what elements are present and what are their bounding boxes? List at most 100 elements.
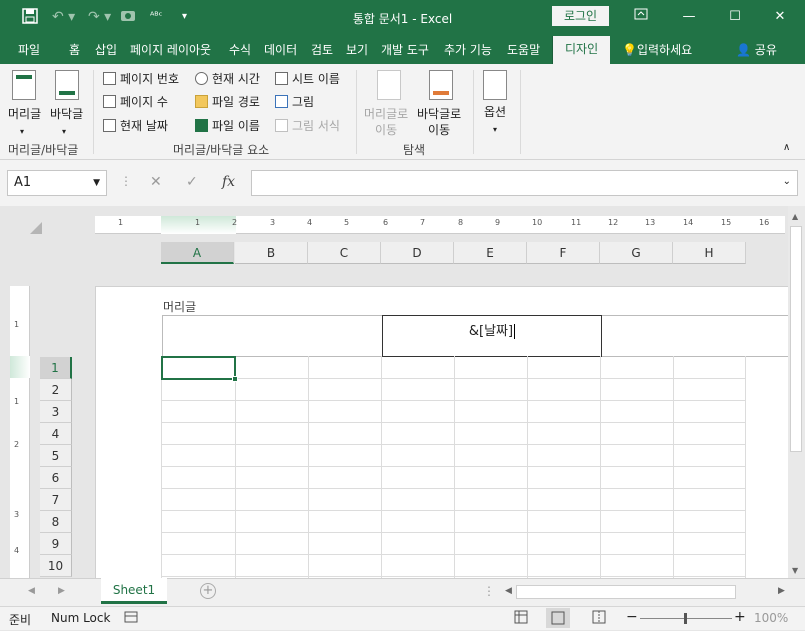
file-name-button[interactable]: 파일 이름 bbox=[195, 118, 260, 134]
tab-addins[interactable]: 추가 기능 bbox=[444, 42, 492, 58]
row-header-5[interactable]: 5 bbox=[40, 445, 72, 467]
tab-formulas[interactable]: 수식 bbox=[229, 42, 251, 58]
group-label-header-footer: 머리글/바닥글 bbox=[8, 143, 79, 157]
page-count-icon bbox=[103, 95, 116, 108]
tab-view[interactable]: 보기 bbox=[346, 42, 368, 58]
row-header-3[interactable]: 3 bbox=[40, 401, 72, 423]
header-button[interactable]: 머리글 ▾ bbox=[8, 106, 41, 140]
add-sheet-icon[interactable]: + bbox=[200, 583, 216, 599]
grid-line bbox=[600, 356, 601, 578]
zoom-slider-thumb[interactable] bbox=[684, 613, 687, 624]
maximize-icon[interactable]: ☐ bbox=[723, 7, 747, 27]
horizontal-scroll-thumb[interactable] bbox=[516, 585, 736, 599]
scroll-down-icon[interactable]: ▼ bbox=[792, 566, 798, 575]
formula-input[interactable]: ⌄ bbox=[251, 170, 798, 196]
column-header-a[interactable]: A bbox=[161, 242, 234, 264]
login-button[interactable]: 로그인 bbox=[552, 6, 609, 26]
tab-file[interactable]: 파일 bbox=[18, 42, 40, 58]
close-icon[interactable]: ✕ bbox=[768, 7, 792, 27]
sheet-name-button[interactable]: 시트 이름 bbox=[275, 71, 340, 87]
split-dots-icon[interactable]: ⋮ bbox=[483, 584, 495, 598]
clock-icon bbox=[195, 72, 208, 85]
zoom-level[interactable]: 100% bbox=[754, 611, 788, 625]
goto-footer-button[interactable]: 바닥글로 이동 bbox=[417, 106, 461, 138]
name-box[interactable]: A1 ▼ bbox=[7, 170, 107, 196]
current-date-label: 현재 날짜 bbox=[120, 119, 168, 133]
goto-header-button[interactable]: 머리글로 이동 bbox=[364, 106, 408, 138]
fill-handle[interactable] bbox=[232, 376, 238, 382]
column-header-f[interactable]: F bbox=[527, 242, 600, 264]
header-center-section[interactable]: &[날짜] bbox=[382, 315, 602, 357]
cancel-icon[interactable]: ✕ bbox=[150, 174, 162, 190]
tab-home[interactable]: 홈 bbox=[69, 42, 80, 58]
format-picture-button[interactable]: 그림 서식 bbox=[275, 118, 340, 134]
row-header-10[interactable]: 10 bbox=[40, 555, 72, 577]
next-sheet-icon[interactable]: ▶ bbox=[58, 586, 65, 596]
format-picture-label: 그림 서식 bbox=[292, 119, 340, 133]
tell-me-box[interactable]: 💡입력하세요 bbox=[622, 42, 692, 58]
page-break-view-icon[interactable] bbox=[592, 610, 606, 627]
macro-record-icon[interactable] bbox=[124, 610, 138, 627]
tab-design[interactable]: 디자인 bbox=[552, 36, 611, 64]
row-header-1[interactable]: 1 bbox=[40, 357, 72, 379]
ruler-mark: 5 bbox=[344, 218, 350, 227]
header-button-label: 머리글 bbox=[8, 107, 42, 121]
format-picture-icon bbox=[275, 119, 288, 132]
active-cell-a1[interactable] bbox=[161, 356, 236, 380]
page: 머리글 &[날짜] bbox=[95, 286, 788, 578]
vertical-scroll-thumb[interactable] bbox=[790, 226, 802, 452]
tab-data[interactable]: 데이터 bbox=[264, 42, 297, 58]
options-button[interactable]: 옵션 ▾ bbox=[484, 104, 506, 138]
ribbon-display-icon[interactable] bbox=[629, 7, 653, 27]
sheet-tab-sheet1[interactable]: Sheet1 bbox=[101, 578, 167, 604]
expand-formula-icon[interactable]: ⌄ bbox=[783, 176, 791, 187]
ruler-mark: 4 bbox=[307, 218, 313, 227]
tab-help[interactable]: 도움말 bbox=[507, 42, 540, 58]
file-path-button[interactable]: 파일 경로 bbox=[195, 94, 260, 110]
tab-developer[interactable]: 개발 도구 bbox=[381, 42, 429, 58]
vertical-scrollbar[interactable]: ▲ ▼ bbox=[788, 206, 805, 580]
column-header-c[interactable]: C bbox=[308, 242, 381, 264]
current-date-button[interactable]: 현재 날짜 bbox=[103, 118, 168, 134]
scroll-left-icon[interactable]: ◀ bbox=[505, 586, 512, 596]
grid-line bbox=[381, 356, 382, 578]
zoom-in-icon[interactable]: + bbox=[734, 609, 746, 625]
picture-button[interactable]: 그림 bbox=[275, 94, 314, 110]
ruler-mark: 13 bbox=[645, 218, 656, 227]
header-left-section[interactable] bbox=[162, 315, 382, 357]
tab-review[interactable]: 검토 bbox=[311, 42, 333, 58]
column-header-e[interactable]: E bbox=[454, 242, 527, 264]
scroll-up-icon[interactable]: ▲ bbox=[792, 212, 798, 221]
row-header-2[interactable]: 2 bbox=[40, 379, 72, 401]
column-header-b[interactable]: B bbox=[235, 242, 308, 264]
collapse-ribbon-icon[interactable]: ∧ bbox=[783, 140, 790, 156]
column-header-d[interactable]: D bbox=[381, 242, 454, 264]
header-right-section[interactable] bbox=[602, 315, 788, 357]
footer-button[interactable]: 바닥글 ▾ bbox=[50, 106, 83, 140]
tab-page-layout[interactable]: 페이지 레이아웃 bbox=[130, 42, 211, 58]
enter-icon[interactable]: ✓ bbox=[186, 174, 198, 190]
row-header-8[interactable]: 8 bbox=[40, 511, 72, 533]
page-count-button[interactable]: 페이지 수 bbox=[103, 94, 168, 110]
row-header-6[interactable]: 6 bbox=[40, 467, 72, 489]
scroll-right-icon[interactable]: ▶ bbox=[778, 586, 785, 596]
insert-function-icon[interactable]: fx bbox=[222, 174, 235, 190]
row-header-4[interactable]: 4 bbox=[40, 423, 72, 445]
row-header-7[interactable]: 7 bbox=[40, 489, 72, 511]
column-header-g[interactable]: G bbox=[600, 242, 673, 264]
normal-view-icon[interactable] bbox=[514, 610, 528, 627]
page-count-label: 페이지 수 bbox=[120, 95, 168, 109]
page-number-button[interactable]: 페이지 번호 bbox=[103, 71, 179, 87]
minimize-icon[interactable]: — bbox=[677, 7, 701, 27]
page-layout-view-icon[interactable] bbox=[546, 608, 570, 628]
select-all-corner[interactable] bbox=[30, 222, 42, 234]
share-button[interactable]: 👤 공유 bbox=[736, 42, 777, 58]
row-header-9[interactable]: 9 bbox=[40, 533, 72, 555]
current-time-button[interactable]: 현재 시간 bbox=[195, 71, 260, 87]
zoom-out-icon[interactable]: − bbox=[626, 609, 638, 625]
group-label-elements: 머리글/바닥글 요소 bbox=[173, 143, 270, 157]
ruler-mark: 11 bbox=[571, 218, 582, 227]
prev-sheet-icon[interactable]: ◀ bbox=[28, 586, 35, 596]
column-header-h[interactable]: H bbox=[673, 242, 746, 264]
tab-insert[interactable]: 삽입 bbox=[95, 42, 117, 58]
